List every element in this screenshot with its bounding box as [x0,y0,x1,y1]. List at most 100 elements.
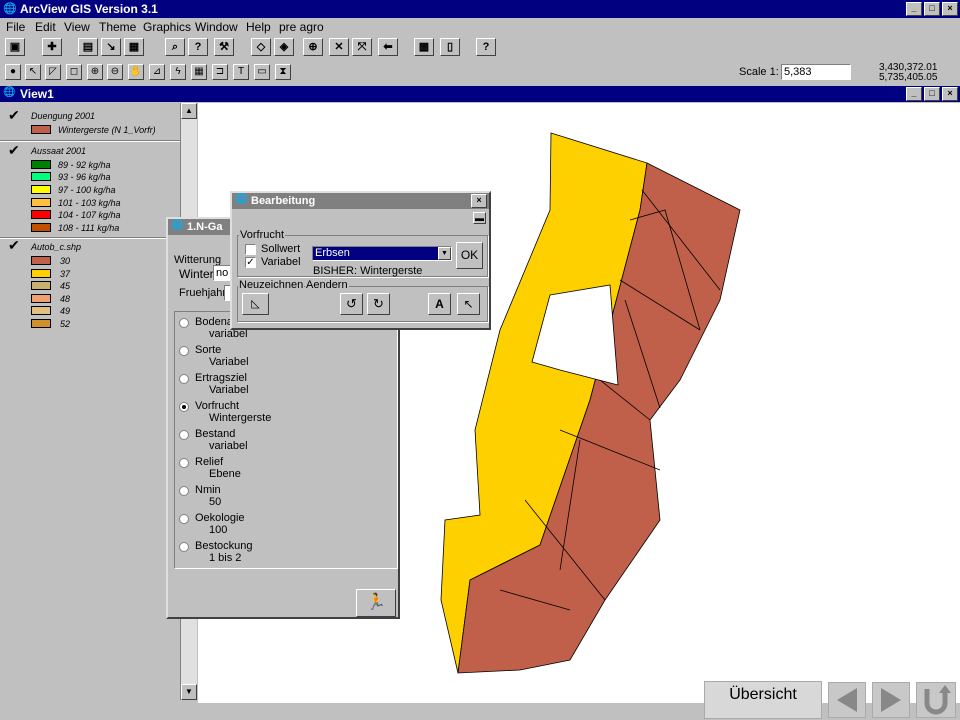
snap-icon[interactable]: ⧗ [275,64,291,80]
radio-oekologie[interactable] [179,514,189,524]
theme-duengung-checkbox[interactable]: ✔ [8,108,20,122]
radio-bestand[interactable] [179,430,189,440]
magnify-in-icon[interactable]: ⊕ [87,64,103,80]
bearbeitung-icon: 🌐 [235,194,248,205]
vertex-edit-icon[interactable]: ◸ [45,64,61,80]
rotate-right-button[interactable]: ↻ [367,293,390,315]
text-icon[interactable]: T [233,64,249,80]
previous-arrow-icon [837,688,857,712]
clear-selection-icon[interactable]: ▯ [440,38,460,56]
measure-icon[interactable]: ⊿ [149,64,165,80]
rotate-left-button[interactable]: ↺ [340,293,363,315]
legend-swatch [31,223,51,232]
theme-autob-name[interactable]: Autob_c.shp [31,242,81,252]
label-icon[interactable]: ⊐ [212,64,228,80]
minimize-button[interactable]: _ [906,2,922,16]
add-theme-icon[interactable]: ✚ [42,38,62,56]
view-maximize-button[interactable]: □ [924,87,940,101]
select-feature-icon[interactable]: ◻ [66,64,82,80]
view-close-button[interactable]: × [942,87,958,101]
tool-bar: ● ↖ ◸ ◻ ⊕ ⊖ ✋ ⊿ ϟ ▦ ⊐ T ▭ ⧗ Scale 1: 5,3… [0,62,960,84]
legend-swatch [31,210,51,219]
radio-nmin[interactable] [179,486,189,496]
menu-theme[interactable]: Theme [99,20,136,34]
radio-bodenart[interactable] [179,318,189,328]
radio-ertragsziel[interactable] [179,374,189,384]
scroll-down-arrow[interactable]: ▼ [181,684,197,700]
radio-bestockung[interactable] [179,542,189,552]
pointer-icon[interactable]: ↖ [25,64,41,80]
menu-file[interactable]: File [6,20,25,34]
zoom-full-extent-icon[interactable]: ◇ [251,38,271,56]
radio-relief[interactable] [179,458,189,468]
scroll-up-arrow[interactable]: ▲ [181,103,197,119]
variabel-checkbox[interactable]: ✓ [245,257,256,268]
menu-window[interactable]: Window [195,20,238,34]
zoom-selected-icon[interactable]: ⊕ [303,38,323,56]
maximize-button[interactable]: □ [924,2,940,16]
theme-autob-checkbox[interactable]: ✔ [8,238,20,252]
uebersicht-button[interactable]: Übersicht [704,681,822,719]
option-value: Variabel [209,384,249,396]
radio-vorfrucht[interactable] [179,402,189,412]
open-table-icon[interactable]: ▦ [124,38,144,56]
next-slide-button[interactable] [872,682,910,718]
previous-slide-button[interactable] [828,682,866,718]
zoom-previous-icon[interactable]: ⬅ [378,38,398,56]
identify-icon[interactable]: ● [5,64,21,80]
select-by-theme-icon[interactable]: ▩ [414,38,434,56]
option-value: Wintergerste [209,412,272,424]
return-button[interactable] [916,682,956,718]
legend-item-label: 89 - 92 kg/ha [58,160,111,170]
view-minimize-button[interactable]: _ [906,87,922,101]
draw-rectangle-icon[interactable]: ▭ [254,64,270,80]
locate-icon[interactable]: ? [188,38,208,56]
theme-aussaat-checkbox[interactable]: ✔ [8,143,20,157]
legend-swatch [31,185,51,194]
draw-polygon-button[interactable]: ◺ [242,293,269,315]
menu-help[interactable]: Help [246,20,271,34]
ok-button[interactable]: OK [456,242,483,269]
save-project-icon[interactable]: ▣ [5,38,25,56]
attribute-button[interactable]: A [428,293,451,315]
legend-item-label: 30 [60,256,71,266]
area-of-interest-icon[interactable]: ▦ [191,64,207,80]
query-builder-icon[interactable]: ⚒ [214,38,234,56]
menu-edit[interactable]: Edit [35,20,56,34]
zoom-active-themes-icon[interactable]: ◈ [274,38,294,56]
next-arrow-icon [881,688,901,712]
collapse-button[interactable]: ▬ [473,212,486,224]
winter-value: no [216,267,229,279]
pointer-icon: ↖ [463,297,474,311]
magnify-out-icon[interactable]: ⊖ [107,64,123,80]
theme-aussaat-name[interactable]: Aussaat 2001 [31,146,86,156]
dropdown-arrow-icon[interactable]: ▼ [438,247,451,260]
legend-swatch [31,125,51,134]
hotlink-icon[interactable]: ϟ [170,64,186,80]
theme-properties-icon[interactable]: ▤ [78,38,98,56]
zoom-out-icon[interactable]: ⤧ [352,38,372,56]
menu-bar: File Edit View Theme Graphics Window Hel… [0,18,960,36]
help-icon[interactable]: ? [476,38,496,56]
run-button[interactable]: 🏃 [356,589,396,617]
menu-graphics[interactable]: Graphics [143,20,191,34]
menu-view[interactable]: View [64,20,90,34]
edit-legend-icon[interactable]: ↘ [101,38,121,56]
option-name: Oekologie [195,512,245,524]
bearbeitung-close-button[interactable]: × [471,194,487,208]
option-name: Bestand [195,428,236,440]
dropdown-value: Erbsen [315,247,350,259]
uebersicht-label: Übersicht [729,686,797,703]
menu-pre-agro[interactable]: pre agro [279,20,324,34]
scale-input[interactable]: 5,383 [781,64,851,80]
pan-icon[interactable]: ✋ [128,64,144,80]
zoom-in-icon[interactable]: ✕ [329,38,349,56]
sollwert-checkbox[interactable] [245,244,256,255]
app-icon: 🌐 [3,3,17,15]
find-icon[interactable]: ⌕ [165,38,185,56]
vorfrucht-dropdown[interactable]: Erbsen ▼ [312,246,452,261]
radio-sorte[interactable] [179,346,189,356]
pointer-button[interactable]: ↖ [457,293,480,315]
theme-duengung-name[interactable]: Duengung 2001 [31,111,95,121]
close-button[interactable]: × [942,2,958,16]
